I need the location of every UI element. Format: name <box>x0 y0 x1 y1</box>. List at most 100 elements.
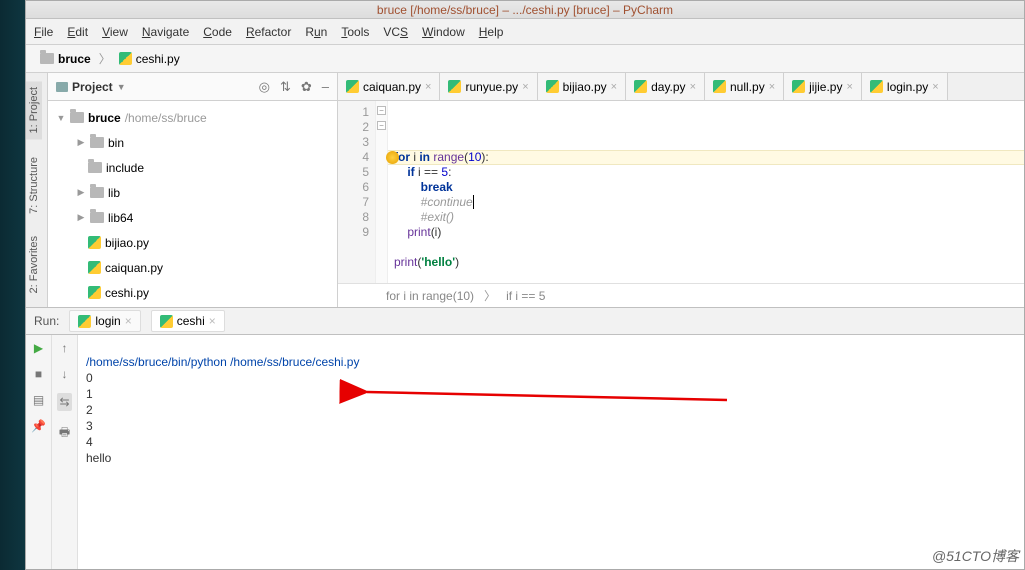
code-text[interactable]: for i in range(10): if i == 5: break #co… <box>388 101 1024 283</box>
toolwindow-tab-structure[interactable]: 7: Structure <box>26 151 42 220</box>
python-file-icon <box>634 80 647 93</box>
close-icon[interactable]: × <box>125 314 132 328</box>
print-icon[interactable]: 🖶 <box>59 423 70 444</box>
editor-tab[interactable]: day.py× <box>626 73 705 100</box>
close-icon[interactable]: × <box>425 81 431 93</box>
intention-bulb-icon[interactable] <box>386 151 399 164</box>
menu-bar: File Edit View Navigate Code Refactor Ru… <box>26 19 1024 45</box>
caret-right-icon[interactable]: ▶ <box>76 187 86 198</box>
pin-icon[interactable]: 📌 <box>31 419 46 433</box>
python-file-icon <box>88 236 101 249</box>
layout-icon[interactable]: ▤ <box>33 393 44 407</box>
console-output[interactable]: /home/ss/bruce/bin/python /home/ss/bruce… <box>78 335 1024 569</box>
editor-tab[interactable]: caiquan.py× <box>338 73 440 100</box>
tree-dir-include[interactable]: include <box>48 155 337 180</box>
folder-icon <box>90 187 104 198</box>
run-controls-col1: ▶ ■ ▤ 📌 <box>26 335 52 569</box>
sidebar-settings-icon[interactable]: ✿ <box>301 79 312 95</box>
menu-file[interactable]: File <box>34 25 53 39</box>
up-icon[interactable]: ↑ <box>62 341 68 355</box>
down-icon[interactable]: ↓ <box>62 367 68 381</box>
python-file-icon <box>546 80 559 93</box>
sidebar-title[interactable]: Project <box>72 80 113 94</box>
folder-icon <box>40 53 54 64</box>
run-console: ▶ ■ ▤ 📌 ↑ ↓ ⇆ 🖶 /home/ss/bruce/bin/pytho… <box>26 335 1024 569</box>
run-controls-col2: ↑ ↓ ⇆ 🖶 <box>52 335 78 569</box>
run-label: Run: <box>34 314 59 328</box>
breadcrumb-root[interactable]: bruce <box>34 52 97 66</box>
sidebar-collapse-icon[interactable]: ⇅ <box>280 79 291 95</box>
close-icon[interactable]: × <box>522 81 528 93</box>
close-icon[interactable]: × <box>611 81 617 93</box>
wrap-icon[interactable]: ⇆ <box>57 393 71 411</box>
tree-project-root[interactable]: ▼ bruce /home/ss/bruce <box>48 105 337 130</box>
folder-icon <box>88 162 102 173</box>
python-file-icon <box>346 80 359 93</box>
tree-file[interactable]: ceshi.py <box>48 280 337 305</box>
folder-icon <box>70 112 84 123</box>
caret-right-icon[interactable]: ▶ <box>76 212 86 223</box>
python-file-icon <box>88 261 101 274</box>
run-tab-login[interactable]: login× <box>69 310 140 332</box>
toolwindow-tab-project[interactable]: 1: Project <box>26 81 42 139</box>
python-file-icon <box>78 315 91 328</box>
editor-tab[interactable]: null.py× <box>705 73 784 100</box>
close-icon[interactable]: × <box>209 314 216 328</box>
editor-tab[interactable]: login.py× <box>862 73 948 100</box>
rerun-icon[interactable]: ▶ <box>34 341 43 355</box>
run-tab-ceshi[interactable]: ceshi× <box>151 310 225 332</box>
fold-column[interactable]: − − <box>376 101 388 283</box>
caret-down-icon[interactable]: ▼ <box>56 113 66 123</box>
sidebar-target-icon[interactable]: ◎ <box>259 79 270 95</box>
annotation-arrow <box>330 371 700 391</box>
title-bar: bruce [/home/ss/bruce] – .../ceshi.py [b… <box>26 1 1024 19</box>
tree-file[interactable]: caiquan.py <box>48 255 337 280</box>
fold-marker-icon[interactable]: − <box>377 106 386 115</box>
caret-right-icon[interactable]: ▶ <box>76 137 86 148</box>
tree-file[interactable]: bijiao.py <box>48 230 337 255</box>
menu-tools[interactable]: Tools <box>341 25 369 39</box>
tree-dir-lib64[interactable]: ▶lib64 <box>48 205 337 230</box>
folder-icon <box>90 212 104 223</box>
chevron-down-icon[interactable]: ▼ <box>117 82 126 92</box>
project-sidebar: Project ▼ ◎ ⇅ ✿ – ▼ bruce /home/ss/bruce… <box>48 73 338 307</box>
left-tool-strip: 1: Project 7: Structure 2: Favorites <box>26 73 48 307</box>
tree-dir-lib[interactable]: ▶lib <box>48 180 337 205</box>
ide-window: bruce [/home/ss/bruce] – .../ceshi.py [b… <box>25 0 1025 570</box>
toolwindow-tab-favorites[interactable]: 2: Favorites <box>26 230 42 299</box>
python-file-icon <box>448 80 461 93</box>
sidebar-hide-icon[interactable]: – <box>322 79 329 95</box>
fold-marker-icon[interactable]: − <box>377 121 386 130</box>
editor-tab[interactable]: jijie.py× <box>784 73 862 100</box>
python-file-icon <box>88 286 101 299</box>
close-icon[interactable]: × <box>846 81 852 93</box>
menu-window[interactable]: Window <box>422 25 465 39</box>
stop-icon[interactable]: ■ <box>35 367 42 381</box>
menu-view[interactable]: View <box>102 25 128 39</box>
menu-edit[interactable]: Edit <box>67 25 88 39</box>
desktop-left-edge <box>0 0 25 570</box>
python-file-icon <box>792 80 805 93</box>
menu-refactor[interactable]: Refactor <box>246 25 291 39</box>
project-tree[interactable]: ▼ bruce /home/ss/bruce ▶bin include ▶lib… <box>48 101 337 307</box>
python-file-icon <box>160 315 173 328</box>
line-gutter: 123456789 <box>338 101 376 283</box>
python-file-icon <box>713 80 726 93</box>
text-caret <box>473 195 474 209</box>
menu-navigate[interactable]: Navigate <box>142 25 189 39</box>
menu-code[interactable]: Code <box>203 25 232 39</box>
editor-tab[interactable]: bijiao.py× <box>538 73 626 100</box>
code-area[interactable]: 123456789 − − for i in range(10): if i =… <box>338 101 1024 283</box>
close-icon[interactable]: × <box>932 81 938 93</box>
close-icon[interactable]: × <box>769 81 775 93</box>
chevron-right-icon: 〉 <box>97 50 113 67</box>
menu-vcs[interactable]: VCS <box>383 25 408 39</box>
menu-help[interactable]: Help <box>479 25 504 39</box>
editor-tab[interactable]: runyue.py× <box>440 73 537 100</box>
menu-run[interactable]: Run <box>305 25 327 39</box>
tree-dir-bin[interactable]: ▶bin <box>48 130 337 155</box>
close-icon[interactable]: × <box>690 81 696 93</box>
breadcrumb-file[interactable]: ceshi.py <box>113 52 186 66</box>
editor-panel: caiquan.py× runyue.py× bijiao.py× day.py… <box>338 73 1024 307</box>
run-tool-header: Run: login× ceshi× <box>26 307 1024 335</box>
